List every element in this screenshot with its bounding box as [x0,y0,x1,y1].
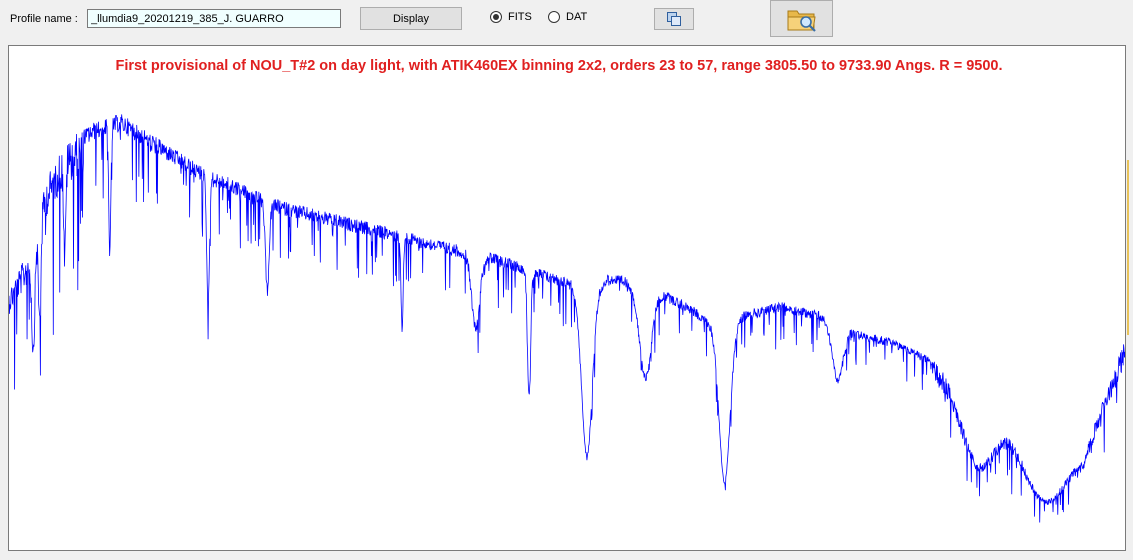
profile-name-label: Profile name : [10,13,78,25]
profile-name-input[interactable] [87,9,341,28]
toolbar: Profile name : Display FITS DAT [0,0,1133,44]
display-button[interactable]: Display [360,7,462,30]
copy-icon [667,12,681,26]
open-folder-button[interactable] [770,0,833,37]
spectrum-viewer-window: Profile name : Display FITS DAT [0,0,1133,560]
window-right-edge [1127,45,1133,551]
fits-radio-option[interactable]: FITS [490,11,532,23]
dat-radio-label: DAT [566,11,588,23]
fits-radio-label: FITS [508,11,532,23]
fits-radio-button[interactable] [490,11,502,23]
dat-radio-button[interactable] [548,11,560,23]
copy-button[interactable] [654,8,694,30]
folder-search-icon [787,10,816,32]
spectrum-series-line [9,114,1125,523]
plot-title: First provisional of NOU_T#2 on day ligh… [115,58,1003,74]
spectrum-plot: First provisional of NOU_T#2 on day ligh… [8,45,1126,551]
spectrum-chart-svg [9,114,1125,523]
dat-radio-option[interactable]: DAT [548,11,587,23]
